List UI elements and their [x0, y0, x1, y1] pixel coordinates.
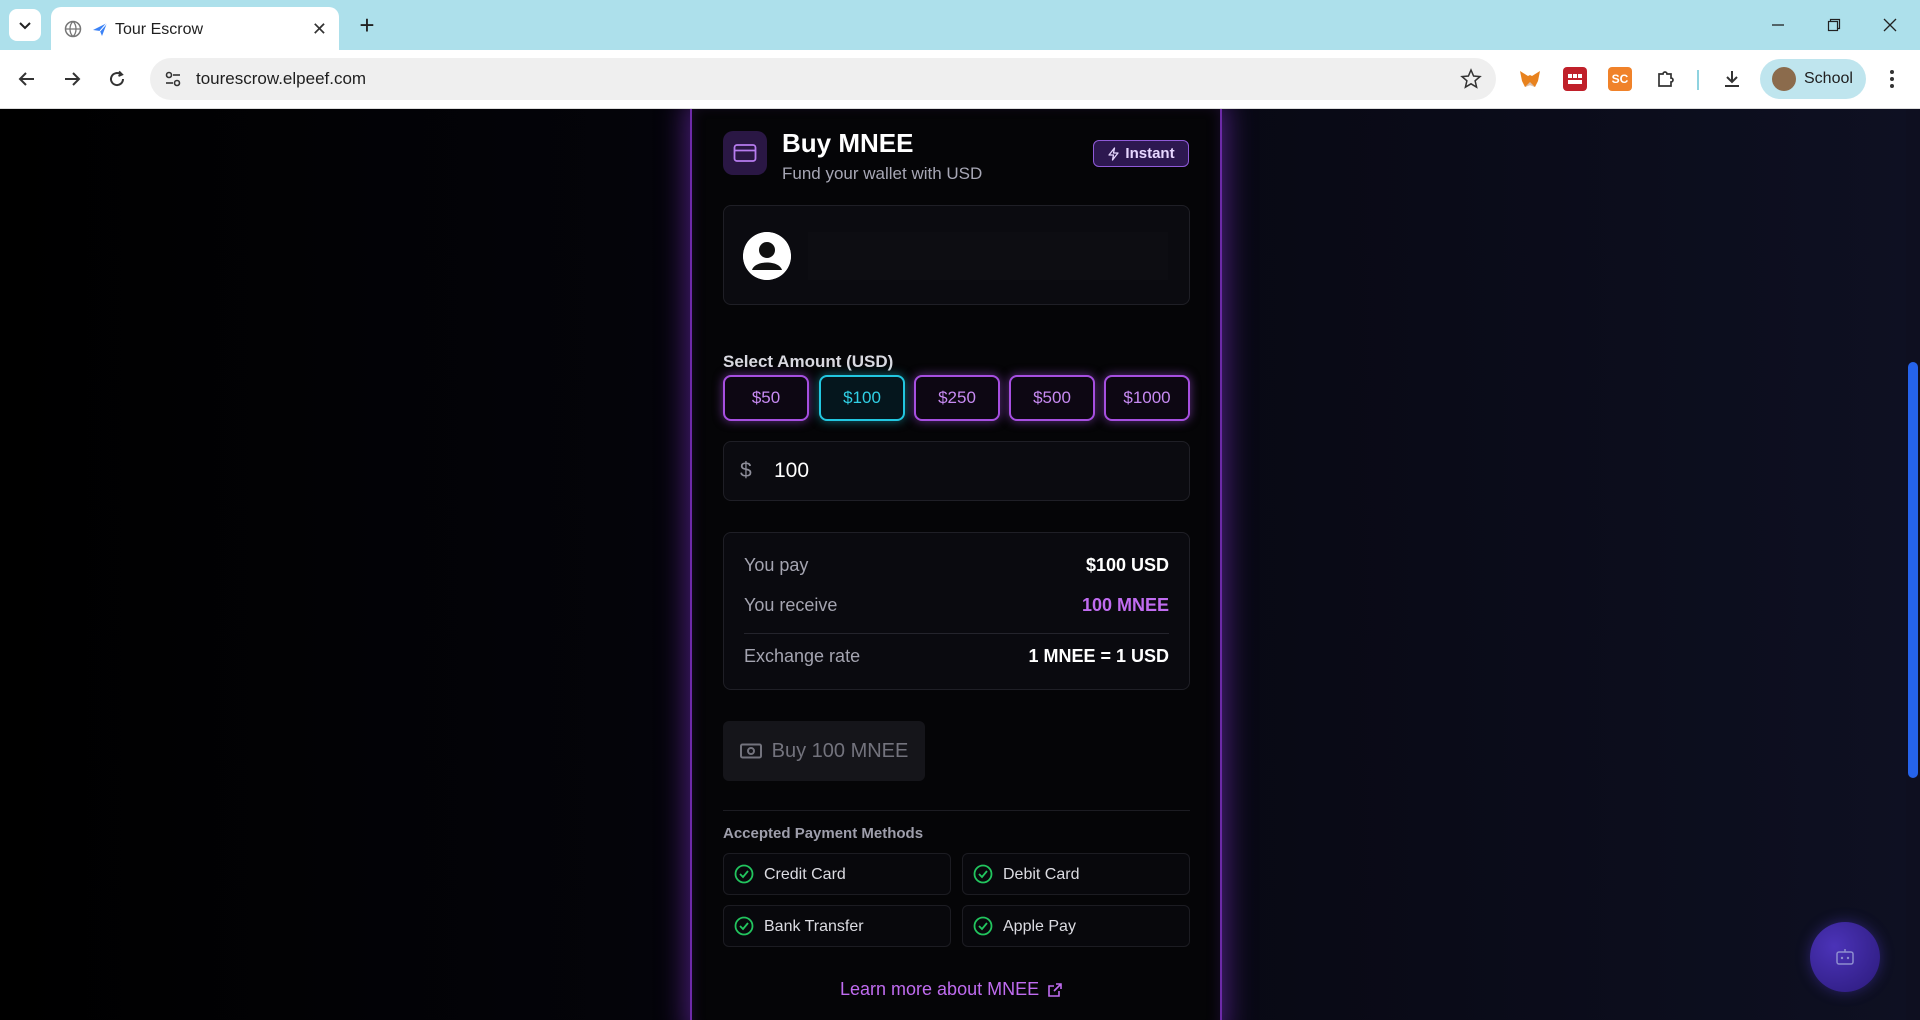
payment-method-apple-pay: Apple Pay: [962, 905, 1190, 947]
payment-method-credit-card: Credit Card: [723, 853, 951, 895]
minimize-button[interactable]: [1750, 0, 1806, 50]
external-link-icon: [1048, 982, 1062, 997]
pay-value: $100 USD: [1085, 555, 1169, 575]
receive-label: You receive: [744, 595, 838, 615]
url-text[interactable]: tourescrow.elpeef.com: [196, 69, 366, 89]
select-amount-label: Select Amount (USD): [723, 352, 894, 371]
close-window-button[interactable]: [1862, 0, 1918, 50]
payment-method-label: Debit Card: [1003, 866, 1080, 883]
profile-avatar: [1772, 67, 1796, 91]
restore-icon: [1827, 18, 1841, 32]
pay-label: You pay: [744, 555, 809, 575]
arrow-left-icon: [18, 72, 34, 86]
chevron-down-icon: [19, 22, 31, 30]
payment-method-label: Credit Card: [764, 866, 846, 883]
toolbar-divider: [1697, 70, 1699, 90]
omnibox[interactable]: tourescrow.elpeef.com: [150, 58, 1496, 100]
amount-option-500[interactable]: $500: [1009, 375, 1095, 421]
card-icon-container: [723, 131, 767, 175]
new-tab-button[interactable]: +: [352, 10, 382, 40]
instant-badge-label: Instant: [1125, 145, 1175, 162]
check-circle-icon: [973, 864, 993, 884]
puzzle-extensions-icon[interactable]: [1654, 67, 1678, 91]
instant-badge: Instant: [1093, 140, 1189, 167]
airplane-favicon-icon: [93, 22, 108, 36]
buy-mnee-button[interactable]: Buy 100 MNEE: [723, 721, 925, 781]
browser-tab[interactable]: Tour Escrow ✕: [51, 7, 339, 50]
amount-option-100[interactable]: $100: [819, 375, 905, 421]
reload-icon: [110, 70, 125, 87]
buy-button-label: Buy 100 MNEE: [771, 739, 909, 762]
arrow-right-icon: [65, 72, 81, 86]
robot-icon: [1836, 949, 1854, 965]
card-subtitle: Fund your wallet with USD: [782, 164, 983, 183]
payment-method-label: Apple Pay: [1003, 918, 1076, 935]
amount-option-1000[interactable]: $1000: [1104, 375, 1190, 421]
user-profile-box: [723, 205, 1190, 305]
restore-button[interactable]: [1806, 0, 1862, 50]
payment-method-bank-transfer: Bank Transfer: [723, 905, 951, 947]
chatbot-button[interactable]: [1810, 922, 1880, 992]
receive-value: 100 MNEE: [1081, 595, 1169, 615]
bookmark-star-icon[interactable]: [1460, 68, 1482, 90]
red-extension-icon[interactable]: [1563, 67, 1587, 91]
payment-method-label: Bank Transfer: [764, 918, 864, 935]
address-bar-row: tourescrow.elpeef.com SC School: [0, 50, 1920, 109]
tab-title: Tour Escrow: [115, 21, 204, 38]
payment-method-debit-card: Debit Card: [962, 853, 1190, 895]
user-name-placeholder: [808, 232, 1168, 280]
reload-button[interactable]: [103, 65, 131, 93]
rate-value: 1 MNEE = 1 USD: [1028, 646, 1169, 666]
browser-menu-button[interactable]: [1878, 65, 1906, 93]
browser-tab-bar: Tour Escrow ✕ +: [0, 0, 1920, 50]
credit-card-icon: [733, 144, 757, 162]
user-avatar-icon: [743, 232, 791, 280]
buy-mnee-card: Buy MNEE Fund your wallet with USD Insta…: [690, 109, 1222, 1020]
amount-input[interactable]: $ 100: [723, 441, 1190, 501]
minimize-icon: [1772, 24, 1784, 26]
tab-close-icon[interactable]: ✕: [312, 19, 327, 40]
site-info-icon[interactable]: [164, 70, 182, 88]
kebab-menu-icon: [1890, 70, 1894, 88]
back-button[interactable]: [13, 65, 41, 93]
amount-input-value[interactable]: 100: [774, 459, 809, 483]
close-icon: [1883, 18, 1897, 32]
forward-button[interactable]: [58, 65, 86, 93]
amount-option-50[interactable]: $50: [723, 375, 809, 421]
order-summary: You pay $100 USD You receive 100 MNEE Ex…: [723, 532, 1190, 690]
section-separator: [723, 810, 1190, 811]
amount-option-250[interactable]: $250: [914, 375, 1000, 421]
summary-divider: [744, 633, 1169, 634]
check-circle-icon: [973, 916, 993, 936]
card-title: Buy MNEE: [782, 128, 914, 158]
page-viewport: Buy MNEE Fund your wallet with USD Insta…: [0, 109, 1920, 1020]
download-icon[interactable]: [1720, 67, 1744, 91]
profile-name: School: [1804, 70, 1853, 87]
cash-icon: [739, 743, 762, 759]
scrollbar-thumb[interactable]: [1908, 362, 1918, 778]
rate-label: Exchange rate: [744, 646, 861, 666]
payment-methods-label: Accepted Payment Methods: [723, 825, 924, 842]
lightning-icon: [1108, 146, 1120, 161]
check-circle-icon: [734, 916, 754, 936]
sc-extension-icon[interactable]: SC: [1608, 67, 1632, 91]
check-circle-icon: [734, 864, 754, 884]
profile-button[interactable]: School: [1760, 59, 1866, 99]
learn-more-link[interactable]: Learn more about MNEE: [840, 979, 1063, 1000]
tab-search-button[interactable]: [9, 9, 41, 41]
learn-more-label: Learn more about MNEE: [840, 979, 1040, 999]
globe-icon: [64, 20, 82, 38]
metamask-extension-icon[interactable]: [1518, 67, 1542, 91]
currency-symbol: $: [740, 459, 752, 482]
